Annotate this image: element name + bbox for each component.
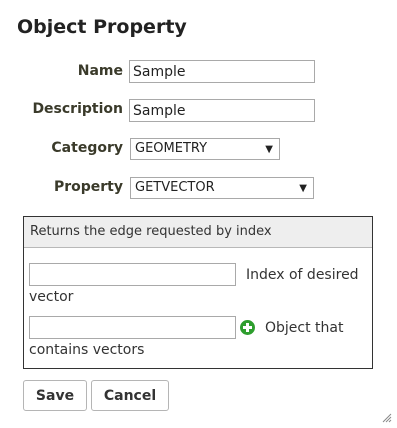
plus-circle-icon[interactable] <box>240 320 255 335</box>
save-button[interactable]: Save <box>23 380 87 411</box>
parameter-panel: Returns the edge requested by index Inde… <box>23 216 373 369</box>
caret-down-icon: ▼ <box>265 144 273 155</box>
dialog-title: Object Property <box>17 16 187 38</box>
index-param-label-line2: vector <box>29 289 74 305</box>
name-label: Name <box>77 63 123 79</box>
description-field[interactable] <box>129 99 315 122</box>
caret-down-icon: ▼ <box>299 183 307 194</box>
resize-grip-icon[interactable] <box>382 413 392 423</box>
property-select[interactable]: GETVECTOR ▼ <box>130 177 314 199</box>
object-param-input[interactable] <box>29 316 236 339</box>
name-field[interactable] <box>129 60 315 83</box>
index-param-label-line1: Index of desired <box>246 267 359 283</box>
category-select-value: GEOMETRY <box>135 141 208 156</box>
property-label: Property <box>53 179 123 195</box>
cancel-button[interactable]: Cancel <box>91 380 169 411</box>
category-label: Category <box>51 140 123 156</box>
object-property-dialog: Object Property Name Description Categor… <box>0 0 397 428</box>
index-param-input[interactable] <box>29 263 236 286</box>
category-select[interactable]: GEOMETRY ▼ <box>130 138 280 160</box>
property-select-value: GETVECTOR <box>135 180 215 195</box>
object-param-label-line1: Object that <box>265 320 344 336</box>
object-param-label-line2: contains vectors <box>29 342 145 358</box>
panel-description: Returns the edge requested by index <box>24 217 372 248</box>
description-label: Description <box>32 101 123 117</box>
